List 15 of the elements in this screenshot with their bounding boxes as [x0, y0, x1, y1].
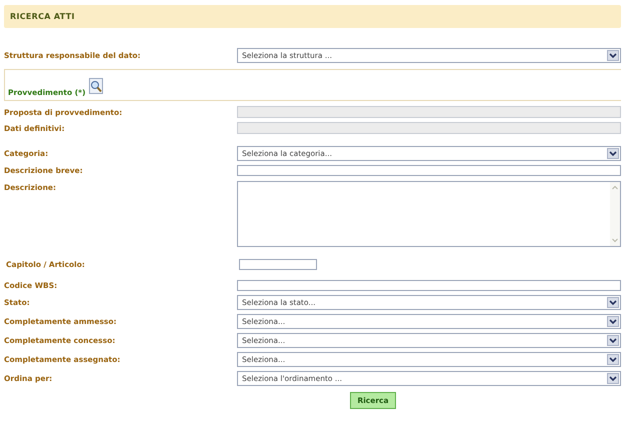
dropdown-arrow-icon[interactable] [607, 335, 619, 346]
input-field[interactable] [237, 106, 621, 118]
dropdown-arrow-icon[interactable] [607, 148, 619, 159]
dropdown-arrow-icon[interactable] [607, 316, 619, 327]
input-field[interactable] [237, 165, 621, 176]
input-field[interactable] [239, 259, 317, 270]
dropdown-arrow-icon[interactable] [607, 50, 619, 61]
input-field[interactable] [237, 280, 621, 291]
dropdown-arrow-icon[interactable] [607, 354, 619, 365]
input-field[interactable] [237, 122, 621, 134]
search-icon[interactable] [88, 78, 103, 94]
dropdown-arrow-icon[interactable] [607, 373, 619, 384]
page-title: RICERCA ATTI [10, 12, 75, 21]
scrollbar-icon[interactable] [610, 182, 620, 246]
dropdown-arrow-icon[interactable] [607, 297, 619, 308]
